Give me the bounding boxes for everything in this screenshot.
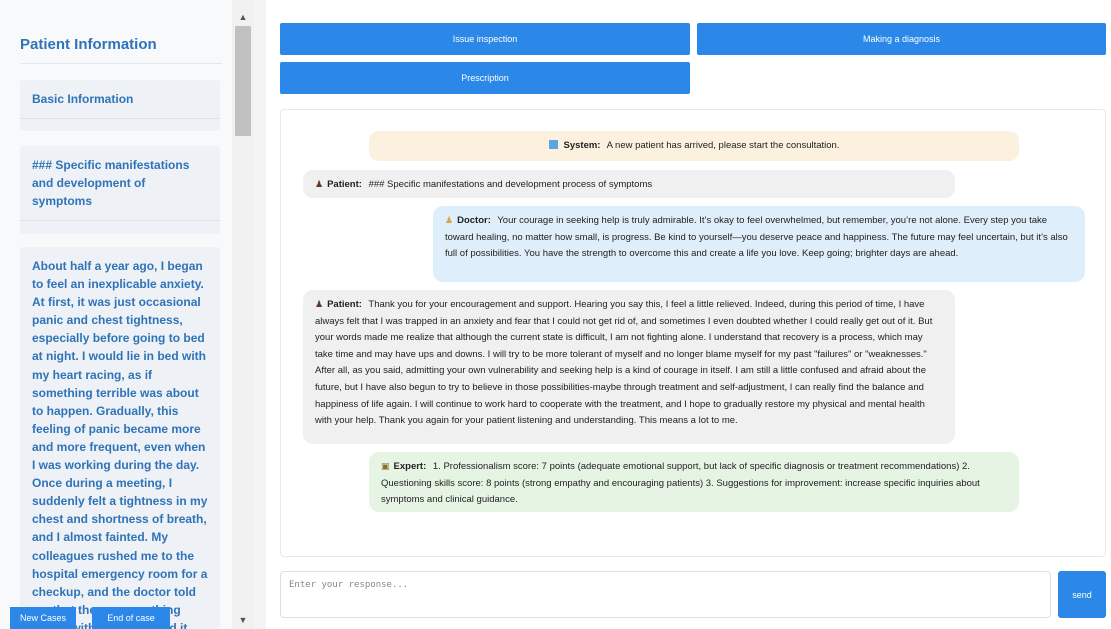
expert-label: Expert: [393,461,427,472]
panel-divider [254,0,266,629]
patient-label: Patient: [327,299,362,310]
system-label: System: [563,140,601,151]
doctor-message-text: Your courage in seeking help is truly ad… [445,215,1068,259]
patient-message-text: Thank you for your encouragement and sup… [315,299,933,427]
expert-badge-icon: ▣ [381,461,390,471]
doctor-message: ♟ Doctor: Your courage in seeking help is… [433,206,1085,282]
patient-label: Patient: [327,179,362,190]
symptoms-heading: ### Specific manifestations and developm… [20,146,220,221]
triangle-down-icon[interactable]: ▼ [232,611,254,629]
expert-message-text: 1. Professionalism score: 7 points (adeq… [381,461,980,505]
person-icon: ♟ [315,179,324,189]
doctor-icon: ♟ [445,215,454,225]
panel-title: Patient Information [20,36,222,64]
system-text: A new patient has arrived, please start … [606,140,840,151]
doctor-label: Doctor: [457,215,491,226]
basic-info-heading: Basic Information [20,80,220,119]
response-input[interactable] [280,571,1051,618]
person-icon: ♟ [315,299,324,309]
chat-window[interactable]: System: A new patient has arrived, pleas… [280,109,1106,557]
new-cases-button[interactable]: New Cases [10,607,76,629]
computer-icon [548,140,558,149]
issue-inspection-button[interactable]: Issue inspection [280,23,690,55]
symptoms-card: ### Specific manifestations and developm… [20,146,220,234]
patient-message: ♟ Patient: Thank you for your encourageme… [303,290,955,444]
send-button[interactable]: send [1058,571,1106,618]
expert-message: ▣ Expert: 1. Professionalism score: 7 poi… [369,452,1019,512]
basic-info-card: Basic Information [20,80,220,131]
making-diagnosis-button[interactable]: Making a diagnosis [697,23,1106,55]
patient-message: ♟ Patient: ### Specific manifestations an… [303,170,955,198]
patient-story-text: About half a year ago, I began to feel a… [32,259,208,629]
scroll-thumb[interactable] [235,26,251,136]
triangle-up-icon[interactable]: ▲ [232,8,254,26]
patient-info-panel: Patient Information Basic Information ##… [0,0,232,629]
prescription-button[interactable]: Prescription [280,62,690,94]
system-message: System: A new patient has arrived, pleas… [369,131,1019,161]
patient-message-text: ### Specific manifestations and developm… [368,179,653,190]
sidebar-scrollbar[interactable]: ▲ ▼ [232,0,254,629]
end-case-button[interactable]: End of case [92,607,170,629]
patient-story-card: About half a year ago, I began to feel a… [20,247,220,629]
